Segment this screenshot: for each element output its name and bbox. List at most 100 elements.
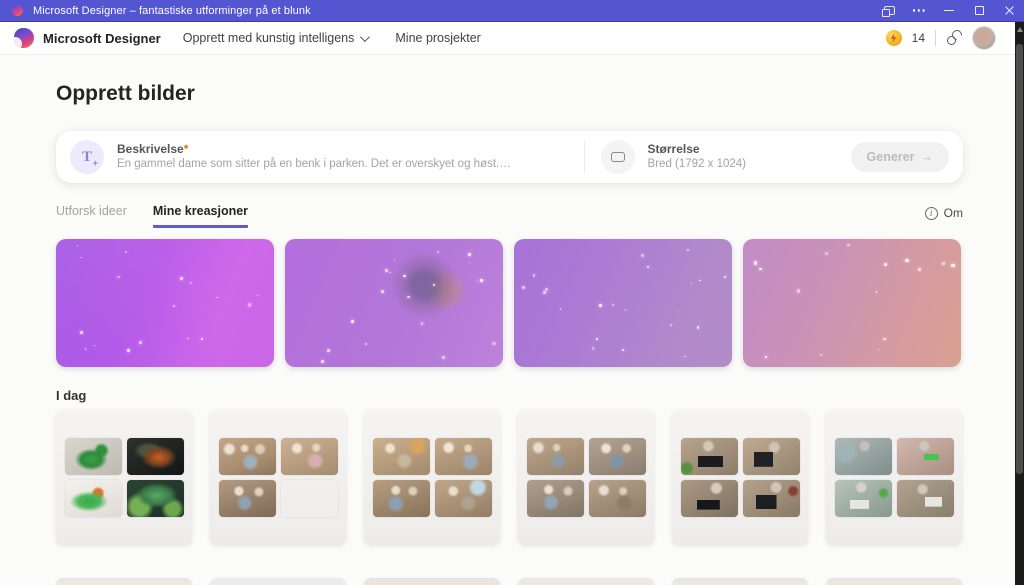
sparkle: [480, 279, 483, 282]
sparkle: [797, 289, 800, 292]
chevron-down-icon: [360, 32, 370, 42]
sparkle: [127, 349, 130, 352]
tab-explore-ideas[interactable]: Utforsk ideer: [56, 204, 127, 228]
creation-thumbnail[interactable]: [373, 438, 430, 475]
sparkle: [407, 296, 409, 298]
creation-card-partial[interactable]: [364, 578, 500, 585]
vertical-scrollbar[interactable]: [1015, 22, 1024, 585]
brand-name: Microsoft Designer: [43, 31, 161, 46]
share-icon[interactable]: [946, 30, 962, 46]
sparkle: [492, 342, 495, 345]
minimize-button[interactable]: [934, 0, 964, 21]
creation-thumbnail[interactable]: [527, 438, 584, 475]
creation-thumbnail[interactable]: [835, 438, 892, 475]
sparkle: [677, 310, 678, 311]
main-content: Opprett bilder T Beskrivelse* En gammel …: [0, 55, 1024, 585]
size-selector[interactable]: Størrelse Bred (1792 x 1024): [601, 140, 851, 174]
sparkle: [951, 264, 954, 267]
creation-thumbnail[interactable]: [681, 438, 738, 475]
creation-thumbnail[interactable]: [527, 480, 584, 517]
creation-thumbnail[interactable]: [589, 480, 646, 517]
creation-thumbnail[interactable]: [589, 438, 646, 475]
sparkle: [381, 290, 383, 292]
creation-card-partial[interactable]: [826, 578, 962, 585]
creation-card-seniors-phones-2[interactable]: [364, 410, 500, 545]
sparkle: [85, 348, 87, 350]
creation-thumbnail[interactable]: [281, 480, 338, 517]
sparkle: [385, 269, 388, 272]
creation-thumbnail[interactable]: [835, 480, 892, 517]
sparkle: [625, 309, 626, 310]
size-value: Bred (1792 x 1024): [648, 157, 746, 172]
scrollbar-thumb[interactable]: [1016, 44, 1023, 474]
thumbnail-grid: [527, 438, 646, 517]
generating-image-3[interactable]: [514, 239, 732, 367]
creation-thumbnail[interactable]: [219, 438, 276, 475]
open-in-browser-button[interactable]: [874, 0, 904, 21]
coin-bolt-icon[interactable]: [886, 30, 902, 46]
credits-count: 14: [912, 31, 925, 45]
designer-logo-icon[interactable]: [14, 28, 34, 48]
nav-create-with-ai[interactable]: Opprett med kunstig intelligens: [183, 31, 368, 45]
creation-thumbnail[interactable]: [127, 480, 184, 517]
creation-thumbnail[interactable]: [681, 480, 738, 517]
creation-card-partial[interactable]: [518, 578, 654, 585]
description-field[interactable]: T Beskrivelse* En gammel dame som sitter…: [70, 140, 566, 174]
sparkle: [724, 276, 726, 278]
generating-image-2[interactable]: [285, 239, 503, 367]
sparkle: [327, 349, 330, 352]
creation-thumbnail[interactable]: [743, 438, 800, 475]
creation-card-partial[interactable]: [56, 578, 192, 585]
creation-thumbnail[interactable]: [435, 438, 492, 475]
creation-thumbnail[interactable]: [219, 480, 276, 517]
nav-my-projects[interactable]: Mine prosjekter: [395, 31, 480, 45]
next-row: [56, 578, 962, 585]
prompt-card: T Beskrivelse* En gammel dame som sitter…: [56, 131, 963, 183]
creation-card-seniors-phones-1[interactable]: [210, 410, 346, 545]
tab-bar: Utforsk ideer Mine kreasjoner: [56, 204, 248, 228]
sparkle: [647, 266, 649, 268]
thumbnail-grid: [835, 438, 954, 517]
thumbnail-grid: [681, 438, 800, 517]
creation-thumbnail[interactable]: [127, 438, 184, 475]
creation-card-senior-green-battery[interactable]: [826, 410, 962, 545]
sparkle: [533, 274, 536, 277]
sparkle: [80, 331, 83, 334]
maximize-button[interactable]: [964, 0, 994, 21]
creation-thumbnail[interactable]: [897, 480, 954, 517]
window-title: Microsoft Designer – fantastiske utformi…: [33, 5, 874, 17]
creation-card-partial[interactable]: [672, 578, 808, 585]
more-options-button[interactable]: [904, 0, 934, 21]
creation-thumbnail[interactable]: [373, 480, 430, 517]
sparkle: [125, 251, 127, 253]
thumbnail-grid: [219, 438, 338, 517]
tab-my-creations[interactable]: Mine kreasjoner: [153, 204, 248, 228]
sparkle: [699, 280, 701, 282]
about-button[interactable]: i Om: [925, 206, 963, 220]
creation-thumbnail[interactable]: [65, 480, 122, 517]
creation-thumbnail[interactable]: [65, 438, 122, 475]
header-divider: [935, 30, 936, 46]
sparkle: [77, 245, 79, 247]
creation-card-partial[interactable]: [210, 578, 346, 585]
creation-thumbnail[interactable]: [743, 480, 800, 517]
close-button[interactable]: [994, 0, 1024, 21]
sparkle: [641, 254, 644, 257]
creation-thumbnail[interactable]: [435, 480, 492, 517]
generate-button[interactable]: Generer →: [851, 142, 949, 172]
size-label: Størrelse: [648, 142, 746, 157]
thumbnail-grid: [373, 438, 492, 517]
creation-card-seniors-phones-3[interactable]: [518, 410, 654, 545]
generating-image-1[interactable]: [56, 239, 274, 367]
sparkle: [80, 257, 82, 259]
creation-card-senior-dark-laptop[interactable]: [672, 410, 808, 545]
generating-image-4[interactable]: [743, 239, 961, 367]
app-header: Microsoft Designer Opprett med kunstig i…: [0, 22, 1024, 55]
scrollbar-up-arrow-icon[interactable]: [1017, 27, 1023, 32]
user-avatar[interactable]: [972, 26, 996, 50]
sparkle: [754, 261, 757, 264]
text-plus-glyph: T: [82, 149, 92, 166]
creation-card-green-foxes[interactable]: [56, 410, 192, 545]
creation-thumbnail[interactable]: [897, 438, 954, 475]
creation-thumbnail[interactable]: [281, 438, 338, 475]
